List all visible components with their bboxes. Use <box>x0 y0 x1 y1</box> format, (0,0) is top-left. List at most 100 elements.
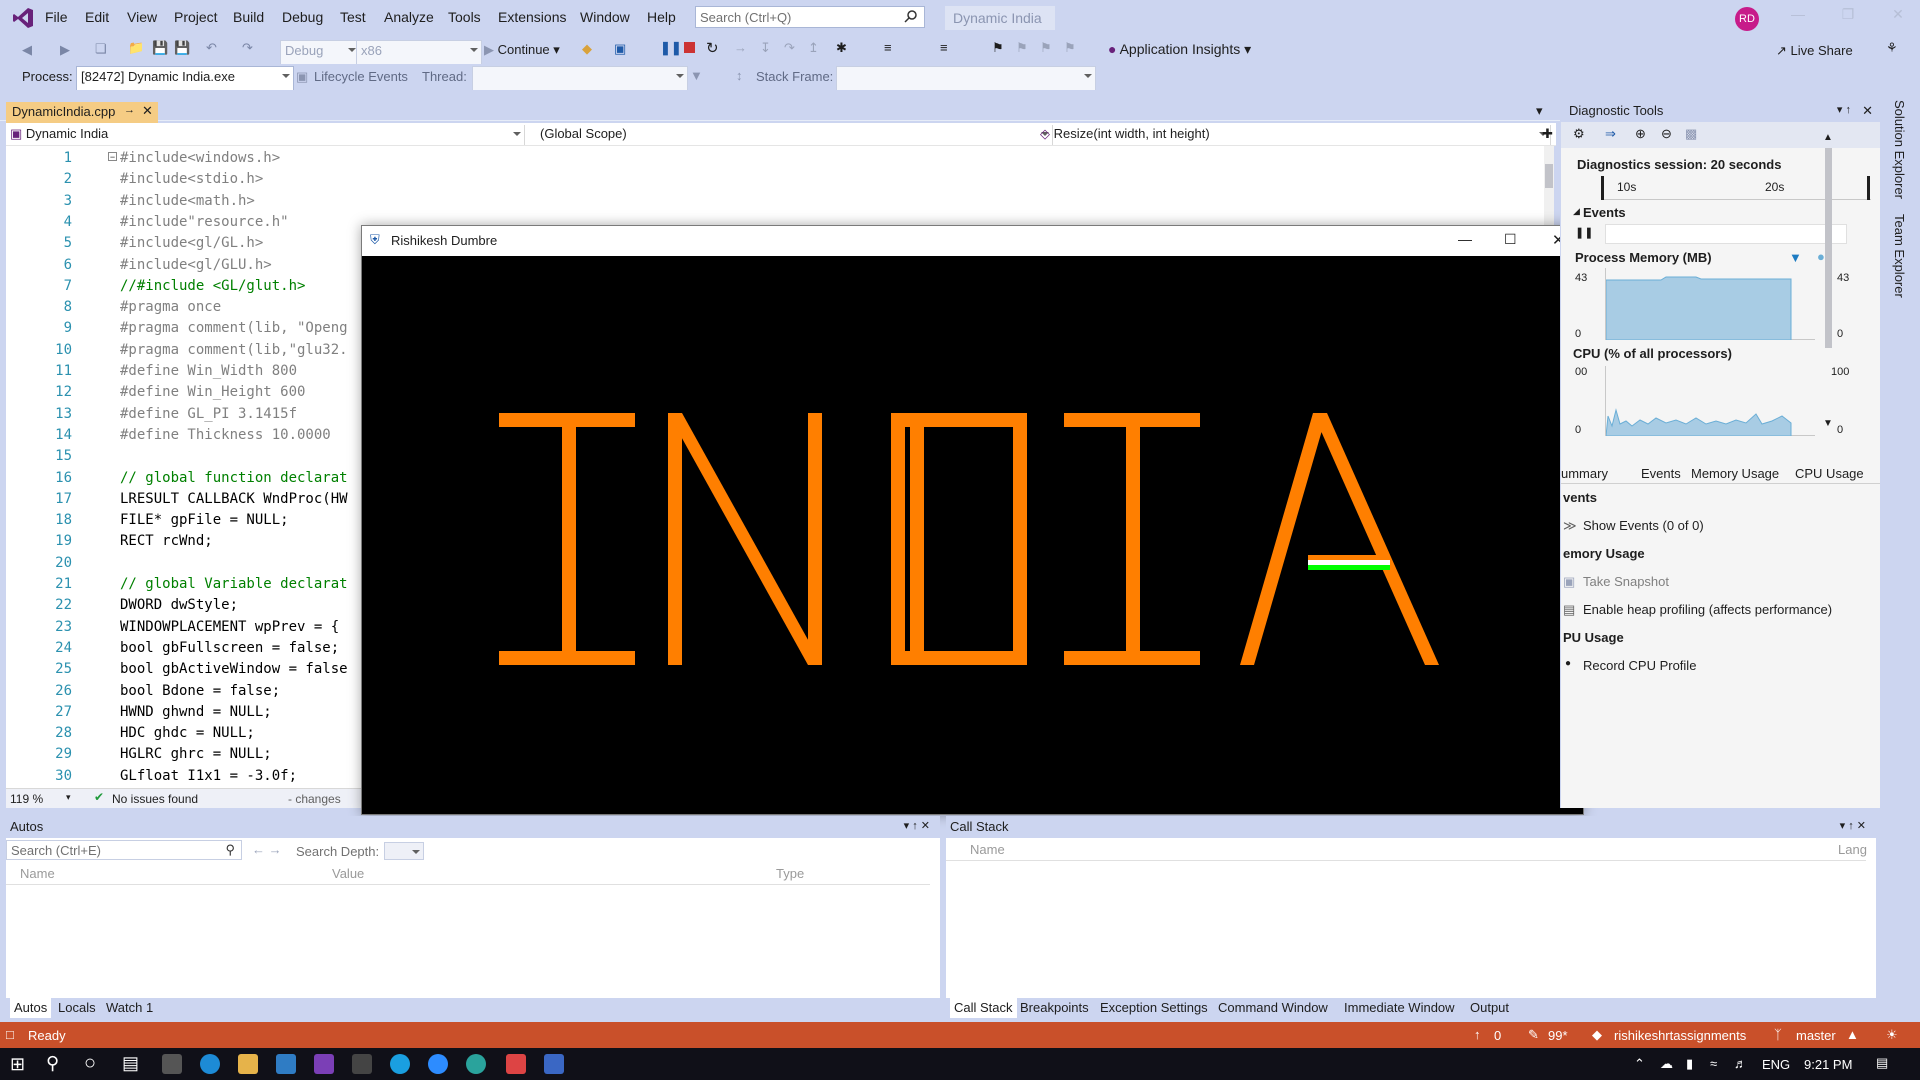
tab-output[interactable]: Output <box>1470 1000 1509 1015</box>
settings-gear-icon[interactable]: ⚙ <box>1573 126 1585 142</box>
scope-dropdown[interactable]: (Global Scope) <box>526 125 1053 145</box>
terminal-icon[interactable] <box>352 1054 372 1074</box>
memory-graph[interactable] <box>1605 268 1815 340</box>
step-over-icon[interactable]: ↷ <box>784 40 795 56</box>
app-insights-button[interactable]: ● Application Insights ▾ <box>1108 41 1251 58</box>
code-line[interactable]: bool gbActiveWindow = false <box>120 661 348 677</box>
code-line[interactable]: #pragma comment(lib,"glu32. <box>120 342 348 358</box>
battery-icon[interactable]: ▮ <box>1686 1056 1693 1072</box>
menu-tools[interactable]: Tools <box>448 9 481 25</box>
input-language[interactable]: ENG <box>1762 1057 1790 1072</box>
callstack-col-lang[interactable]: Lang <box>1838 842 1867 857</box>
config-dropdown[interactable]: Debug <box>280 40 360 66</box>
opengl-window-titlebar[interactable]: ⛨ Rishikesh Dumbre — ☐ ✕ <box>362 226 1583 256</box>
publish-arrow-icon[interactable]: ↑ <box>1474 1027 1481 1042</box>
menu-help[interactable]: Help <box>647 9 676 25</box>
notification-bell-icon[interactable]: ☀ <box>1886 1027 1898 1043</box>
events-track[interactable] <box>1605 224 1847 244</box>
code-line[interactable]: bool gbFullscreen = false; <box>120 640 339 656</box>
attach-icon[interactable]: ◆ <box>582 41 592 57</box>
bookmark-icon[interactable]: ⚑ <box>992 40 1004 56</box>
thread-dropdown[interactable] <box>472 66 688 92</box>
taskbar-search-icon[interactable]: ⚲ <box>46 1053 59 1074</box>
tab-dynamicindia-cpp[interactable]: DynamicIndia.cpp → ✕ <box>6 102 158 123</box>
code-line[interactable]: HWND ghwnd = NULL; <box>120 704 272 720</box>
menu-window[interactable]: Window <box>580 9 630 25</box>
file-explorer-icon[interactable] <box>238 1054 258 1074</box>
code-line[interactable]: bool Bdone = false; <box>120 683 280 699</box>
edge-icon[interactable] <box>200 1054 220 1074</box>
autos-search-input[interactable]: Search (Ctrl+E) ⚲ <box>6 840 242 860</box>
tab-call-stack[interactable]: Call Stack <box>950 998 1017 1018</box>
unpublished-count[interactable]: 0 <box>1494 1028 1501 1043</box>
select-tools-icon[interactable]: ⇒ <box>1605 126 1616 142</box>
clear-bookmarks-icon[interactable]: ⚑ <box>1064 40 1076 56</box>
minimize-icon[interactable]: — <box>1783 6 1813 28</box>
platform-dropdown[interactable]: x86 <box>356 40 482 66</box>
wifi-icon[interactable]: ≈ <box>1710 1056 1717 1071</box>
tab-autos[interactable]: Autos <box>10 998 52 1018</box>
changes-navigator[interactable]: - changes <box>288 792 341 806</box>
code-line[interactable]: //#include <GL/glut.h> <box>120 278 305 294</box>
tab-watch1[interactable]: Watch 1 <box>106 1000 153 1015</box>
show-next-statement-icon[interactable]: → <box>734 40 747 55</box>
team-explorer-tab[interactable]: Team Explorer <box>1892 214 1907 298</box>
collapse-icon[interactable]: − <box>108 152 117 162</box>
zoom-out-icon[interactable]: ⊖ <box>1661 126 1672 142</box>
store-icon[interactable] <box>162 1054 182 1074</box>
tab-immediate-window[interactable]: Immediate Window <box>1344 1000 1455 1015</box>
back-icon[interactable]: ◀ <box>22 42 32 58</box>
forward-icon[interactable]: ▶ <box>60 42 70 58</box>
gl-maximize-icon[interactable]: ☐ <box>1504 231 1517 248</box>
continue-button[interactable]: ▶ Continue ▾ <box>484 42 560 58</box>
stack-frame-dropdown[interactable] <box>836 66 1096 92</box>
pause-icon[interactable]: ❚❚ <box>660 40 682 56</box>
stop-icon[interactable] <box>684 42 695 53</box>
tab-cpu-usage[interactable]: CPU Usage <box>1795 466 1864 481</box>
windows-start-icon[interactable]: ⊞ <box>10 1054 25 1075</box>
indent-icon[interactable]: ≡ <box>884 40 892 55</box>
code-line[interactable]: #define GL_PI 3.1415f <box>120 406 297 422</box>
tab-breakpoints[interactable]: Breakpoints <box>1020 1000 1089 1015</box>
code-line[interactable]: // global function declarat <box>120 470 348 486</box>
pane-pin-icon[interactable]: ▾ ↑ <box>1837 103 1851 116</box>
tab-locals[interactable]: Locals <box>58 1000 96 1015</box>
pin-icon[interactable]: → <box>124 104 135 116</box>
code-line[interactable]: GLfloat I1x1 = -3.0f; <box>120 768 297 784</box>
python-app-icon[interactable] <box>544 1054 564 1074</box>
code-line[interactable]: #include<gl/GLU.h> <box>120 257 272 273</box>
code-line[interactable]: #include"resource.h" <box>120 214 289 230</box>
tab-summary[interactable]: ummary <box>1561 466 1608 481</box>
repository-name[interactable]: rishikeshrtassignments <box>1614 1028 1746 1043</box>
gl-minimize-icon[interactable]: — <box>1458 231 1472 247</box>
cpu-graph[interactable] <box>1605 366 1815 436</box>
project-dropdown[interactable]: ▣ Dynamic India <box>6 125 525 145</box>
code-line[interactable]: #include<stdio.h> <box>120 171 263 187</box>
search-depth-dropdown[interactable] <box>384 842 424 860</box>
user-avatar[interactable]: RD <box>1735 7 1759 31</box>
menu-extensions[interactable]: Extensions <box>498 9 566 25</box>
live-share-button[interactable]: ↗ Live Share <box>1776 43 1853 59</box>
tab-exception-settings[interactable]: Exception Settings <box>1100 1000 1208 1015</box>
opengl-window[interactable]: ⛨ Rishikesh Dumbre — ☐ ✕ <box>361 225 1584 815</box>
solution-explorer-tab[interactable]: Solution Explorer <box>1892 100 1907 199</box>
pending-changes[interactable]: 99* <box>1548 1028 1568 1043</box>
diag-scrollbar[interactable]: ▲ ▼ <box>1823 132 1835 432</box>
tray-chevron-icon[interactable]: ⌃ <box>1634 1056 1645 1072</box>
reset-view-icon[interactable]: ▩ <box>1685 126 1697 142</box>
menu-analyze[interactable]: Analyze <box>384 9 434 25</box>
split-icon[interactable]: ✚ <box>1542 126 1553 142</box>
code-line[interactable]: #include<gl/GL.h> <box>120 235 263 251</box>
heap-profiling-toggle[interactable]: Enable heap profiling (affects performan… <box>1583 602 1832 617</box>
code-line[interactable]: // global Variable declarat <box>120 576 348 592</box>
thread-flag-icon[interactable]: ↕ <box>736 68 743 83</box>
code-line[interactable]: #include<math.h> <box>120 193 255 209</box>
member-dropdown[interactable]: ◇ Resize(int width, int height) <box>1036 125 1551 145</box>
zoom-in-icon[interactable]: ⊕ <box>1635 126 1646 142</box>
comment-icon[interactable]: ≡ <box>940 40 948 55</box>
restart-icon[interactable]: ↻ <box>706 39 719 57</box>
show-events-link[interactable]: Show Events (0 of 0) <box>1583 518 1704 533</box>
tab-list-icon[interactable]: ▾ <box>1536 103 1543 119</box>
zoom-app-icon[interactable] <box>428 1054 448 1074</box>
new-project-icon[interactable]: ❏ <box>95 41 107 57</box>
